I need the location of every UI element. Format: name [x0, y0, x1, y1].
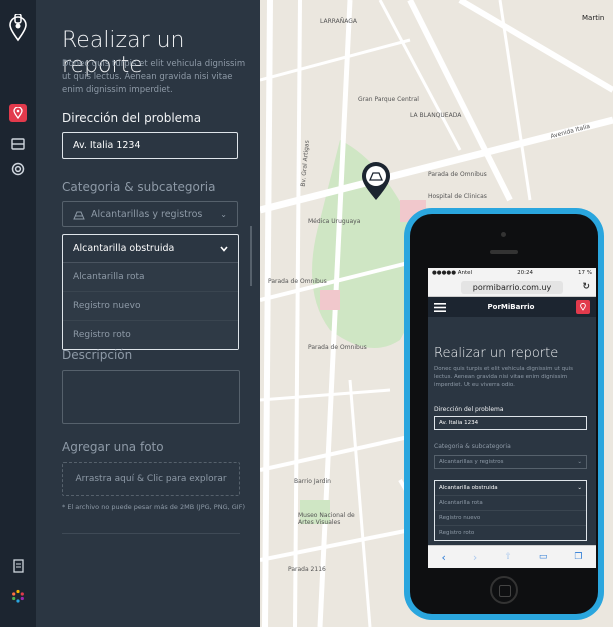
camera-icon: [501, 232, 506, 237]
mobile-subcategory-dropdown[interactable]: Alcantarilla obstruida ⌄ Alcantarilla rot…: [434, 480, 587, 541]
mobile-address-input[interactable]: Av. Italia 1234: [434, 416, 587, 430]
mobile-title: Realizar un reporte: [434, 346, 559, 361]
nav-report[interactable]: [0, 101, 36, 125]
nav-inbox[interactable]: [0, 132, 36, 156]
map-label: Médica Uruguaya: [308, 218, 361, 225]
nav-partner-logo[interactable]: [0, 584, 36, 608]
divider: [62, 533, 240, 534]
mobile-category-value: Alcantarillas y registros: [439, 459, 504, 465]
lifebuoy-icon: [11, 162, 25, 176]
tabs-icon[interactable]: ❐: [574, 552, 582, 562]
map-label: Parada 2116: [288, 566, 326, 573]
share-icon[interactable]: ⇧: [504, 552, 512, 562]
subcategory-value: Alcantarilla obstruida: [73, 243, 175, 254]
report-button[interactable]: [576, 300, 590, 314]
mobile-description: Donec quis turpis et elit vehicula digni…: [434, 366, 573, 388]
map-pin-icon: [13, 107, 23, 119]
description-label: Descripción: [62, 348, 133, 362]
map-pin-icon: [580, 303, 586, 311]
map-label: Martin: [582, 14, 605, 22]
map-label: Hospital de Clinicas: [428, 193, 487, 200]
dots-logo-icon: [12, 589, 24, 603]
scrollbar[interactable]: [250, 226, 252, 286]
category-label: Categoria & subcategoria: [62, 180, 216, 194]
status-bar: ●●●●● Antel 20:24 17 %: [428, 268, 596, 278]
mobile-subcategory-option[interactable]: Registro nuevo: [435, 511, 586, 526]
document-icon: [12, 559, 24, 573]
back-icon[interactable]: ‹: [442, 551, 446, 564]
address-input[interactable]: Av. Italia 1234: [62, 132, 238, 159]
map-label: Parada de Omnibus: [308, 344, 367, 351]
category-select[interactable]: Alcantarillas y registros ⌄: [62, 201, 238, 227]
nav-document[interactable]: [0, 554, 36, 578]
chevron-down-icon: ⌄: [220, 209, 227, 219]
form-description: Donec quis turpis et elit vehicula digni…: [62, 59, 246, 95]
reload-icon[interactable]: ↻: [582, 282, 590, 292]
map-label: Museo Nacional de Artes Visuales: [298, 512, 355, 526]
subcategory-option[interactable]: Registro roto: [63, 321, 238, 349]
mobile-subcategory-value: Alcantarilla obstruida: [439, 485, 498, 491]
time-text: 20:24: [517, 270, 533, 276]
brand-name: PorMiBarrio: [487, 303, 535, 311]
mobile-address-value: Av. Italia 1234: [439, 420, 479, 426]
phone-screen: ●●●●● Antel 20:24 17 % pormibarrio.com.u…: [428, 268, 596, 568]
url-text: pormibarrio.com.uy: [460, 280, 564, 294]
subcategory-selected[interactable]: Alcantarilla obstruida: [63, 235, 238, 263]
address-label: Dirección del problema: [62, 111, 202, 125]
chevron-down-icon: ⌄: [577, 459, 582, 465]
map-label: Parada de Omnibus: [268, 278, 327, 285]
logo-icon: [9, 14, 27, 42]
chevron-down-icon: [220, 245, 228, 252]
phone-mockup: ●●●●● Antel 20:24 17 % pormibarrio.com.u…: [404, 208, 604, 620]
carrier-text: ●●●●● Antel: [432, 270, 473, 276]
map-label: Barrio Jardin: [294, 478, 331, 485]
subcategory-dropdown[interactable]: Alcantarilla obstruida Alcantarilla rota…: [62, 234, 239, 350]
mobile-address-label: Dirección del problema: [434, 406, 504, 413]
battery-text: 17 %: [578, 270, 592, 276]
hamburger-menu-icon[interactable]: [434, 302, 446, 312]
mobile-subcategory-option[interactable]: Alcantarilla rota: [435, 496, 586, 511]
report-panel: Realizar un reporte Donec quis turpis et…: [36, 0, 260, 627]
chevron-down-icon: ⌄: [577, 485, 582, 491]
map-label: Parada de Omnibus: [428, 171, 487, 178]
category-value: Alcantarillas y registros: [91, 208, 203, 220]
report-pin-icon[interactable]: [360, 160, 392, 202]
photo-dropzone[interactable]: Arrastra aquí & Clic para explorar: [62, 462, 240, 496]
subcategory-option[interactable]: Alcantarilla rota: [63, 263, 238, 292]
mobile-category-label: Categoria & subcategoria: [434, 443, 511, 450]
icon-rail: [0, 0, 36, 627]
bookmarks-icon[interactable]: ▭: [539, 552, 548, 562]
mobile-category-select[interactable]: Alcantarillas y registros ⌄: [434, 455, 587, 469]
subcategory-option[interactable]: Registro nuevo: [63, 292, 238, 321]
mobile-subcategory-option[interactable]: Registro roto: [435, 526, 586, 540]
description-textarea[interactable]: [62, 370, 240, 424]
app-header: PorMiBarrio: [428, 297, 596, 317]
phone-body: ●●●●● Antel 20:24 17 % pormibarrio.com.u…: [410, 214, 598, 614]
photo-note: * El archivo no puede pesar más de 2MB (…: [62, 503, 245, 511]
map-label: Gran Parque Central: [358, 96, 419, 103]
home-button[interactable]: [490, 576, 518, 604]
map-label: LARRAÑAGA: [320, 18, 358, 25]
browser-toolbar: ‹ › ⇧ ▭ ❐: [428, 545, 596, 568]
photo-label: Agregar una foto: [62, 440, 164, 454]
address-value: Av. Italia 1234: [73, 140, 141, 151]
mobile-subcategory-selected[interactable]: Alcantarilla obstruida ⌄: [435, 481, 586, 496]
forward-icon[interactable]: ›: [473, 551, 477, 564]
nav-help[interactable]: [0, 157, 36, 181]
earpiece-icon: [490, 250, 518, 254]
sewer-icon: [73, 211, 85, 219]
inbox-icon: [11, 138, 25, 150]
map-label: LA BLANQUEADA: [410, 112, 462, 119]
browser-url-bar[interactable]: pormibarrio.com.uy ↻: [428, 278, 596, 297]
